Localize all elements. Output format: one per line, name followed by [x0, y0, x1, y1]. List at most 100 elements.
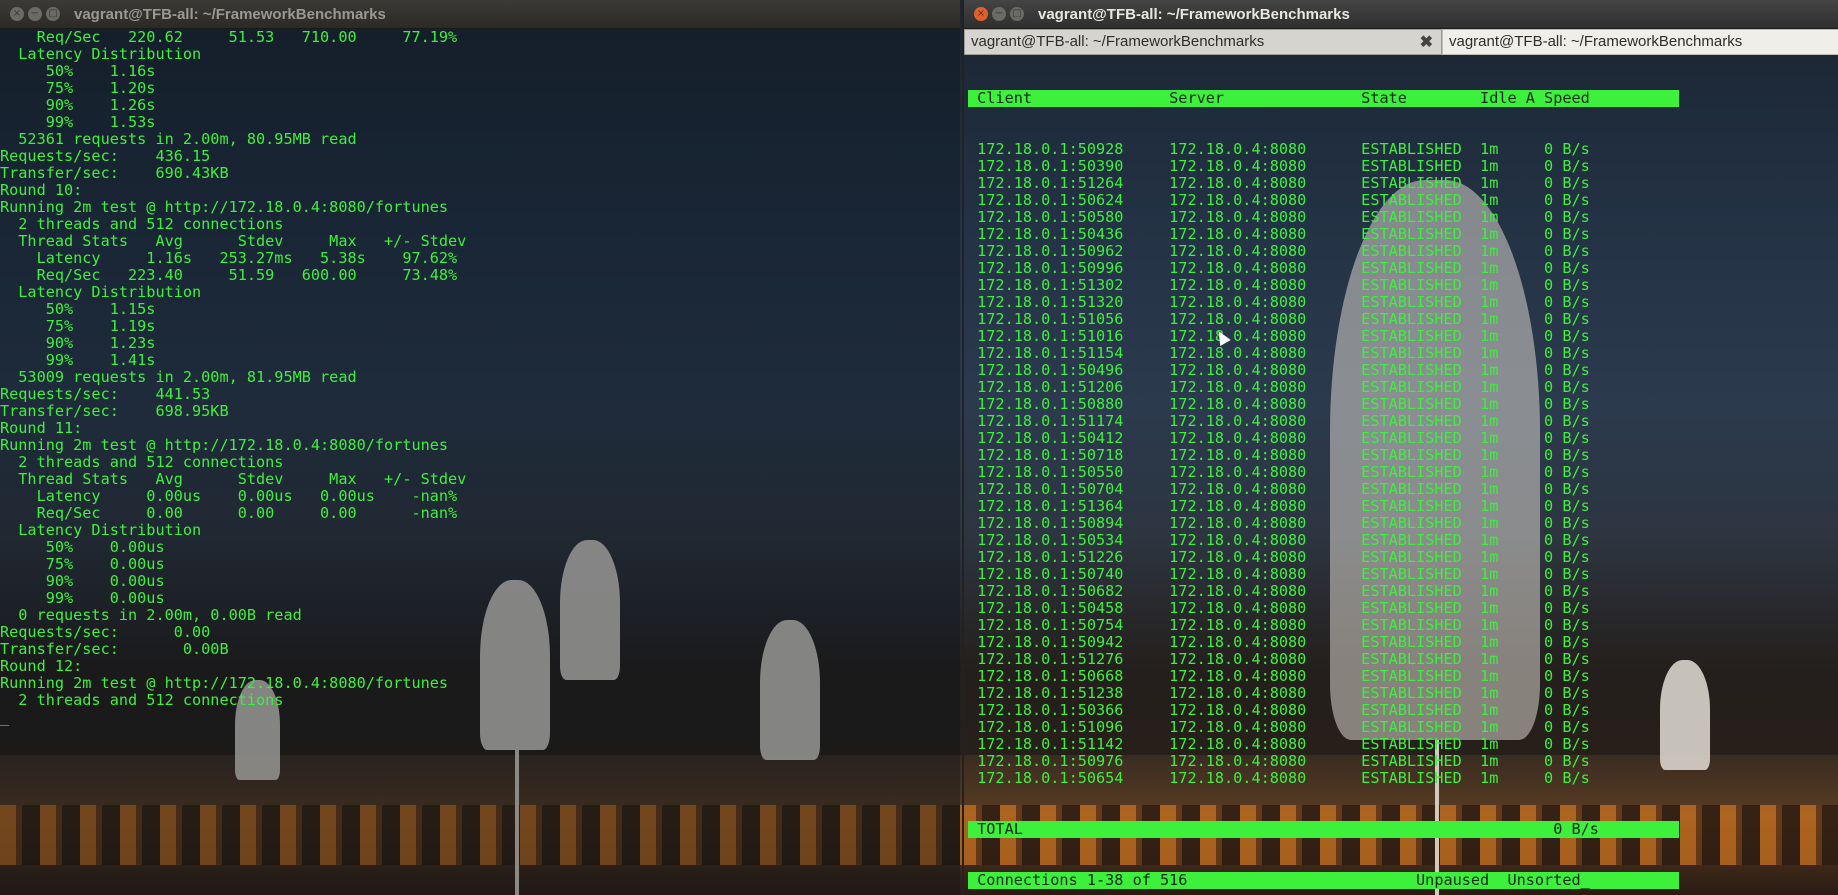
terminal-line: 75% 1.19s — [0, 317, 156, 335]
table-row: 172.18.0.1:50654 172.18.0.4:8080 ESTABLI… — [968, 769, 1590, 787]
terminal-line: 52361 requests in 2.00m, 80.95MB read — [0, 130, 357, 148]
table-row: 172.18.0.1:51226 172.18.0.4:8080 ESTABLI… — [968, 548, 1590, 566]
terminal-line: Req/Sec 220.62 51.53 710.00 77.19% — [0, 29, 458, 46]
table-row: 172.18.0.1:51238 172.18.0.4:8080 ESTABLI… — [968, 684, 1590, 702]
table-row: 172.18.0.1:50366 172.18.0.4:8080 ESTABLI… — [968, 701, 1590, 719]
terminal-line: 53009 requests in 2.00m, 81.95MB read — [0, 368, 357, 386]
table-row: 172.18.0.1:50412 172.18.0.4:8080 ESTABLI… — [968, 429, 1590, 447]
table-row: 172.18.0.1:51364 172.18.0.4:8080 ESTABLI… — [968, 497, 1590, 515]
terminal-line: 50% 0.00us — [0, 538, 165, 556]
table-row: 172.18.0.1:50496 172.18.0.4:8080 ESTABLI… — [968, 361, 1590, 379]
terminal-line: 90% 0.00us — [0, 572, 165, 590]
terminal-line: Running 2m test @ http://172.18.0.4:8080… — [0, 436, 449, 454]
terminal-line: 2 threads and 512 connections — [0, 215, 284, 233]
terminal-line: Requests/sec: 0.00 — [0, 623, 211, 641]
table-row: 172.18.0.1:51320 172.18.0.4:8080 ESTABLI… — [968, 293, 1590, 311]
terminal-line: 75% 0.00us — [0, 555, 165, 573]
left-terminal-window: × − □ vagrant@TFB-all: ~/FrameworkBenchm… — [0, 0, 960, 895]
terminal-line: 2 threads and 512 connections — [0, 691, 284, 709]
connections-monitor[interactable]: Client Server State Idle A Speed 172.18.… — [964, 56, 1838, 895]
table-row: 172.18.0.1:50976 172.18.0.4:8080 ESTABLI… — [968, 752, 1590, 770]
terminal-line: Latency Distribution — [0, 283, 202, 301]
table-row: 172.18.0.1:50624 172.18.0.4:8080 ESTABLI… — [968, 191, 1590, 209]
status-bar: Connections 1-38 of 516 Unpaused Unsorte… — [968, 872, 1679, 889]
terminal-line: 50% 1.15s — [0, 300, 156, 318]
total-row: TOTAL 0 B/s — [968, 821, 1679, 838]
close-icon[interactable]: × — [974, 7, 988, 21]
tab-label: vagrant@TFB-all: ~/FrameworkBenchmarks — [971, 33, 1265, 50]
terminal-line: 75% 1.20s — [0, 79, 156, 97]
maximize-icon[interactable]: □ — [1010, 7, 1024, 21]
terminal-line: Latency 0.00us 0.00us 0.00us -nan% — [0, 487, 458, 505]
connection-list: 172.18.0.1:50928 172.18.0.4:8080 ESTABLI… — [968, 141, 1838, 787]
table-row: 172.18.0.1:51174 172.18.0.4:8080 ESTABLI… — [968, 412, 1590, 430]
tab-2[interactable]: vagrant@TFB-all: ~/FrameworkBenchmarks — [1442, 29, 1838, 55]
table-row: 172.18.0.1:50996 172.18.0.4:8080 ESTABLI… — [968, 259, 1590, 277]
terminal-line: Transfer/sec: 0.00B — [0, 640, 229, 658]
table-row: 172.18.0.1:50754 172.18.0.4:8080 ESTABLI… — [968, 616, 1590, 634]
table-row: 172.18.0.1:51276 172.18.0.4:8080 ESTABLI… — [968, 650, 1590, 668]
table-row: 172.18.0.1:51154 172.18.0.4:8080 ESTABLI… — [968, 344, 1590, 362]
terminal-line: 90% 1.23s — [0, 334, 156, 352]
terminal-line: 2 threads and 512 connections — [0, 453, 284, 471]
table-row: 172.18.0.1:50668 172.18.0.4:8080 ESTABLI… — [968, 667, 1590, 685]
terminal-line: Req/Sec 223.40 51.59 600.00 73.48% — [0, 266, 458, 284]
table-row: 172.18.0.1:50962 172.18.0.4:8080 ESTABLI… — [968, 242, 1590, 260]
left-titlebar[interactable]: × − □ vagrant@TFB-all: ~/FrameworkBenchm… — [0, 0, 960, 29]
window-title: vagrant@TFB-all: ~/FrameworkBenchmarks — [74, 5, 386, 23]
terminal-output[interactable]: Req/Sec 220.62 51.53 710.00 77.19% Laten… — [0, 29, 960, 895]
terminal-line: 90% 1.26s — [0, 96, 156, 114]
table-row: 172.18.0.1:51264 172.18.0.4:8080 ESTABLI… — [968, 174, 1590, 192]
terminal-line: Transfer/sec: 690.43KB — [0, 164, 229, 182]
terminal-line: Thread Stats Avg Stdev Max +/- Stdev — [0, 232, 467, 250]
tab-bar: vagrant@TFB-all: ~/FrameworkBenchmarks ✖… — [964, 29, 1838, 55]
table-row: 172.18.0.1:50942 172.18.0.4:8080 ESTABLI… — [968, 633, 1590, 651]
table-row: 172.18.0.1:50704 172.18.0.4:8080 ESTABLI… — [968, 480, 1590, 498]
table-row: 172.18.0.1:51206 172.18.0.4:8080 ESTABLI… — [968, 378, 1590, 396]
terminal-line: Round 11: — [0, 419, 83, 437]
tab-1[interactable]: vagrant@TFB-all: ~/FrameworkBenchmarks ✖ — [964, 29, 1442, 55]
table-row: 172.18.0.1:50880 172.18.0.4:8080 ESTABLI… — [968, 395, 1590, 413]
table-row: 172.18.0.1:51096 172.18.0.4:8080 ESTABLI… — [968, 718, 1590, 736]
table-row: 172.18.0.1:50436 172.18.0.4:8080 ESTABLI… — [968, 225, 1590, 243]
table-row: 172.18.0.1:51302 172.18.0.4:8080 ESTABLI… — [968, 276, 1590, 294]
terminal-line: Round 12: — [0, 657, 83, 675]
table-row: 172.18.0.1:51142 172.18.0.4:8080 ESTABLI… — [968, 735, 1590, 753]
table-row: 172.18.0.1:50458 172.18.0.4:8080 ESTABLI… — [968, 599, 1590, 617]
table-row: 172.18.0.1:50390 172.18.0.4:8080 ESTABLI… — [968, 157, 1590, 175]
minimize-icon[interactable]: − — [28, 7, 42, 21]
table-row: 172.18.0.1:50682 172.18.0.4:8080 ESTABLI… — [968, 582, 1590, 600]
table-row: 172.18.0.1:50534 172.18.0.4:8080 ESTABLI… — [968, 531, 1590, 549]
close-icon[interactable]: × — [10, 7, 24, 21]
terminal-line: Thread Stats Avg Stdev Max +/- Stdev — [0, 470, 467, 488]
tab-label: vagrant@TFB-all: ~/FrameworkBenchmarks — [1449, 33, 1743, 50]
table-row: 172.18.0.1:50740 172.18.0.4:8080 ESTABLI… — [968, 565, 1590, 583]
maximize-icon[interactable]: □ — [46, 7, 60, 21]
terminal-line: Latency Distribution — [0, 45, 202, 63]
terminal-line: 99% 0.00us — [0, 589, 165, 607]
table-row: 172.18.0.1:51056 172.18.0.4:8080 ESTABLI… — [968, 310, 1590, 328]
terminal-line: Running 2m test @ http://172.18.0.4:8080… — [0, 674, 449, 692]
close-tab-icon[interactable]: ✖ — [1420, 32, 1433, 52]
table-row: 172.18.0.1:50550 172.18.0.4:8080 ESTABLI… — [968, 463, 1590, 481]
terminal-line: 99% 1.53s — [0, 113, 156, 131]
table-row: 172.18.0.1:51016 172.18.0.4:8080 ESTABLI… — [968, 327, 1590, 345]
table-row: 172.18.0.1:50718 172.18.0.4:8080 ESTABLI… — [968, 446, 1590, 464]
terminal-line: Req/Sec 0.00 0.00 0.00 -nan% — [0, 504, 458, 522]
terminal-line: Requests/sec: 436.15 — [0, 147, 211, 165]
table-row: 172.18.0.1:50580 172.18.0.4:8080 ESTABLI… — [968, 208, 1590, 226]
minimize-icon[interactable]: − — [992, 7, 1006, 21]
terminal-line: _ — [0, 708, 10, 726]
window-title: vagrant@TFB-all: ~/FrameworkBenchmarks — [1038, 5, 1350, 23]
terminal-line: Latency Distribution — [0, 521, 202, 539]
table-row: 172.18.0.1:50894 172.18.0.4:8080 ESTABLI… — [968, 514, 1590, 532]
terminal-line: Running 2m test @ http://172.18.0.4:8080… — [0, 198, 449, 216]
terminal-line: 50% 1.16s — [0, 62, 156, 80]
table-header: Client Server State Idle A Speed — [968, 90, 1679, 107]
terminal-line: Transfer/sec: 698.95KB — [0, 402, 229, 420]
right-titlebar[interactable]: × − □ vagrant@TFB-all: ~/FrameworkBenchm… — [964, 0, 1838, 29]
terminal-line: Latency 1.16s 253.27ms 5.38s 97.62% — [0, 249, 458, 267]
terminal-line: Round 10: — [0, 181, 83, 199]
right-terminal-window: × − □ vagrant@TFB-all: ~/FrameworkBenchm… — [962, 0, 1838, 895]
terminal-line: Requests/sec: 441.53 — [0, 385, 211, 403]
